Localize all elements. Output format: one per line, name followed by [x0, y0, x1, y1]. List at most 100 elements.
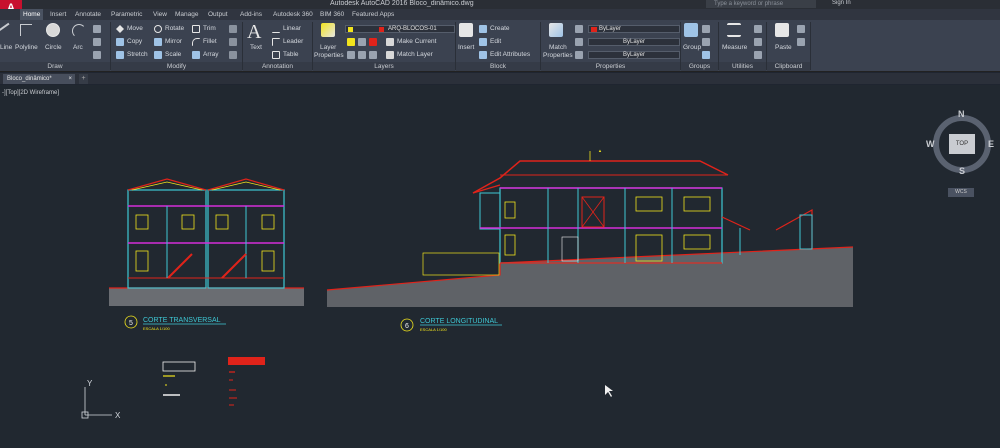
layer-properties-icon[interactable]: [321, 23, 335, 37]
layer-properties-label-2[interactable]: Properties: [314, 52, 344, 59]
arc-icon[interactable]: [72, 24, 86, 38]
sign-in-link[interactable]: Sign In: [832, 0, 851, 6]
viewcube-south[interactable]: S: [959, 166, 965, 176]
create-block-icon[interactable]: [479, 25, 487, 33]
array-icon[interactable]: [192, 51, 200, 59]
ungroup-icon[interactable]: [702, 25, 710, 33]
id-point-icon[interactable]: [754, 51, 762, 59]
tab-add-ins[interactable]: Add-ins: [240, 9, 262, 20]
layer-dropdown[interactable]: ARQ-BLOCOS-01: [345, 25, 455, 33]
group-select-icon[interactable]: [702, 51, 710, 59]
calculator-icon[interactable]: [754, 38, 762, 46]
tab-output[interactable]: Output: [208, 9, 228, 20]
match-properties-label-1[interactable]: Match: [549, 44, 567, 51]
search-input[interactable]: Type a keyword or phrase: [706, 0, 816, 8]
layer-off-icon[interactable]: [358, 51, 366, 59]
fillet-tool-label[interactable]: Fillet: [203, 38, 217, 45]
drawing-canvas[interactable]: 5 CORTE TRANSVERSAL ESCALA 1/100 ▲ 6 COR…: [0, 85, 1000, 448]
circle-tool-label[interactable]: Circle: [45, 44, 62, 51]
tab-featured-apps[interactable]: Featured Apps: [352, 9, 394, 20]
create-block-label[interactable]: Create: [490, 25, 510, 32]
close-tab-icon[interactable]: ×: [68, 74, 72, 84]
make-current-label[interactable]: Make Current: [397, 38, 436, 45]
edit-attributes-icon[interactable]: [479, 51, 487, 59]
rotate-tool-label[interactable]: Rotate: [165, 25, 184, 32]
block-panel-title[interactable]: Block: [456, 62, 540, 71]
edit-block-label[interactable]: Edit: [490, 38, 501, 45]
tab-bim-360[interactable]: BIM 360: [320, 9, 344, 20]
arc-tool-label[interactable]: Arc: [73, 44, 83, 51]
linetype-dropdown[interactable]: ByLayer: [588, 38, 680, 46]
tab-view[interactable]: View: [153, 9, 167, 20]
match-properties-icon[interactable]: [549, 23, 563, 37]
tab-annotate[interactable]: Annotate: [75, 9, 101, 20]
erase-icon[interactable]: [229, 25, 237, 33]
paste-icon[interactable]: [775, 23, 789, 37]
fillet-icon[interactable]: [192, 38, 200, 46]
viewcube-north[interactable]: N: [958, 109, 965, 119]
table-tool-label[interactable]: Table: [283, 51, 299, 58]
group-icon[interactable]: [684, 23, 698, 37]
block-samples[interactable]: [162, 357, 265, 406]
offset-icon[interactable]: [229, 51, 237, 59]
tab-manage[interactable]: Manage: [175, 9, 199, 20]
match-layer-label[interactable]: Match Layer: [397, 51, 433, 58]
trim-icon[interactable]: [192, 25, 200, 33]
rectangle-icon[interactable]: [93, 25, 101, 33]
quick-select-icon[interactable]: [754, 25, 762, 33]
circle-icon[interactable]: [46, 23, 60, 37]
make-current-icon[interactable]: [386, 38, 394, 46]
insert-block-icon[interactable]: [459, 23, 473, 37]
measure-label[interactable]: Measure: [722, 44, 747, 51]
annotation-panel-title[interactable]: Annotation: [243, 62, 312, 71]
edit-block-icon[interactable]: [479, 38, 487, 46]
insert-label[interactable]: Insert: [458, 44, 474, 51]
array-tool-label[interactable]: Array: [203, 51, 219, 58]
lineweight-dropdown[interactable]: ByLayer: [588, 51, 680, 59]
tab-insert[interactable]: Insert: [50, 9, 66, 20]
copy-clip-icon[interactable]: [797, 38, 805, 46]
tab-autodesk-360[interactable]: Autodesk 360: [273, 9, 313, 20]
leader-tool-label[interactable]: Leader: [283, 38, 303, 45]
copy-icon[interactable]: [116, 38, 124, 46]
file-tab-bloco-dinamico[interactable]: Bloco_dinâmico* ×: [3, 74, 75, 84]
layer-freeze-icon[interactable]: [369, 38, 377, 46]
rotate-icon[interactable]: [154, 25, 162, 33]
match-properties-label-2[interactable]: Properties: [543, 52, 573, 59]
groups-panel-title[interactable]: Groups: [681, 62, 718, 71]
match-layer-icon[interactable]: [386, 51, 394, 59]
hatch-icon[interactable]: [93, 38, 101, 46]
wcs-menu-button[interactable]: WCS: [948, 188, 974, 197]
tab-home[interactable]: Home: [20, 9, 44, 20]
table-icon[interactable]: [272, 51, 280, 59]
draw-panel-title[interactable]: Draw: [0, 62, 110, 71]
paste-label[interactable]: Paste: [775, 44, 792, 51]
polyline-icon[interactable]: [20, 24, 32, 36]
viewcube-west[interactable]: W: [926, 139, 935, 149]
group-label[interactable]: Group: [683, 44, 701, 51]
move-tool-label[interactable]: Move: [127, 25, 143, 32]
cut-icon[interactable]: [797, 25, 805, 33]
text-icon[interactable]: A: [247, 21, 261, 44]
text-tool-label[interactable]: Text: [250, 44, 262, 51]
copy-tool-label[interactable]: Copy: [127, 38, 142, 45]
stretch-icon[interactable]: [116, 51, 124, 59]
utilities-panel-title[interactable]: Utilities: [719, 62, 766, 71]
measure-icon[interactable]: [727, 23, 741, 37]
color-dropdown[interactable]: ByLayer: [588, 25, 680, 33]
stretch-tool-label[interactable]: Stretch: [127, 51, 148, 58]
trim-tool-label[interactable]: Trim: [203, 25, 216, 32]
properties-panel-title[interactable]: Properties: [541, 62, 680, 71]
layer-properties-label-1[interactable]: Layer: [320, 44, 336, 51]
leader-icon[interactable]: [272, 38, 280, 46]
viewcube-top-face[interactable]: TOP: [949, 134, 975, 154]
layer-lock-icon[interactable]: [347, 51, 355, 59]
scale-tool-label[interactable]: Scale: [165, 51, 181, 58]
group-edit-icon[interactable]: [702, 38, 710, 46]
tab-parametric[interactable]: Parametric: [111, 9, 142, 20]
linear-dimension-icon[interactable]: [272, 25, 280, 33]
layer-iso-icon[interactable]: [358, 38, 366, 46]
clipboard-panel-title[interactable]: Clipboard: [767, 62, 810, 71]
layer-walk-icon[interactable]: [369, 51, 377, 59]
layer-state-icon[interactable]: [347, 38, 355, 46]
